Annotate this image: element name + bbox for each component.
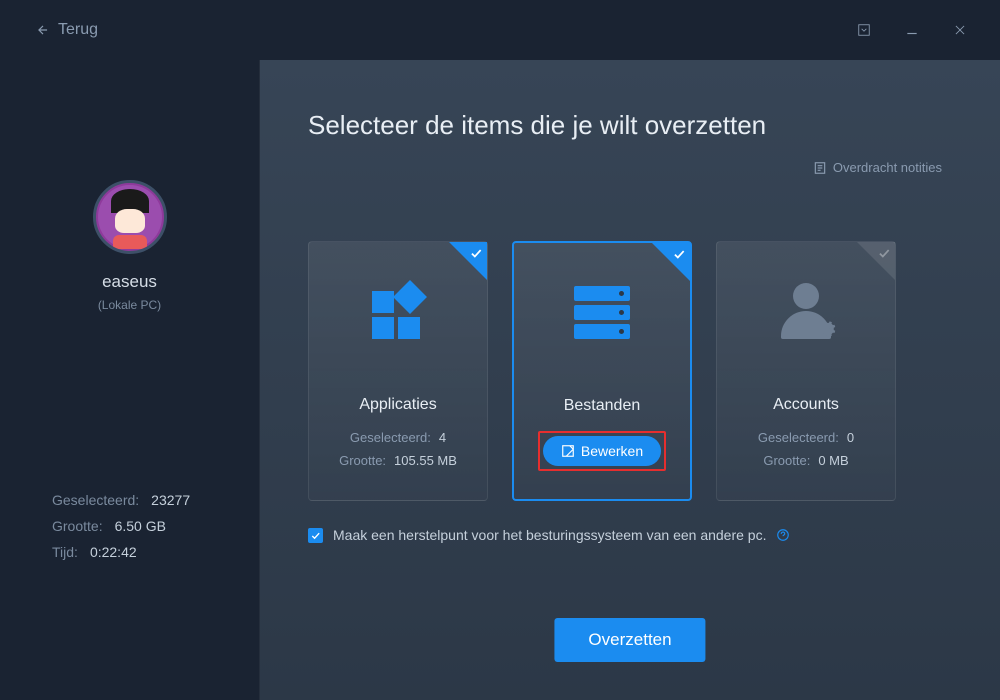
info-icon[interactable] — [776, 528, 790, 542]
restore-label: Maak een herstelpunt voor het besturings… — [333, 527, 766, 543]
arrow-left-icon — [36, 23, 50, 37]
restore-checkbox-row: Maak een herstelpunt voor het besturings… — [308, 527, 952, 543]
card-title: Applicaties — [359, 396, 436, 414]
card-title: Accounts — [773, 396, 839, 414]
stat-selected: Geselecteerd: 23277 — [52, 492, 190, 508]
window-controls — [848, 14, 976, 46]
card-applications[interactable]: Applicaties Geselecteerd: 4 Grootte: 105… — [308, 241, 488, 501]
page-title: Selecteer de items die je wilt overzette… — [308, 110, 952, 141]
stat-size: Grootte: 6.50 GB — [52, 518, 190, 534]
close-icon — [953, 23, 967, 37]
edit-icon — [561, 444, 575, 458]
stat-time: Tijd: 0:22:42 — [52, 544, 190, 560]
gear-icon — [818, 321, 836, 339]
content: Selecteer de items die je wilt overzette… — [260, 60, 1000, 700]
user-label: (Lokale PC) — [98, 298, 161, 312]
card-selected: Geselecteerd: 4 — [350, 430, 446, 445]
card-size: Grootte: 0 MB — [763, 453, 848, 468]
files-icon — [567, 279, 637, 349]
chevron-down-boxed-icon — [857, 23, 871, 37]
transfer-notes-link[interactable]: Overdracht notities — [813, 160, 942, 175]
check-icon — [672, 247, 686, 261]
back-button[interactable]: Terug — [36, 21, 98, 39]
stat-value: 0:22:42 — [90, 544, 137, 560]
restore-checkbox[interactable] — [308, 528, 323, 543]
card-accounts[interactable]: Accounts Geselecteerd: 0 Grootte: 0 MB — [716, 241, 896, 501]
minimize-icon — [905, 23, 919, 37]
check-corner — [857, 242, 895, 280]
card-size: Grootte: 105.55 MB — [339, 453, 457, 468]
apps-icon — [363, 278, 433, 348]
main: Wo... easeus (Lokale PC) Geselecteerd: 2… — [0, 60, 1000, 700]
stat-value: 23277 — [151, 492, 190, 508]
stat-value: 6.50 GB — [115, 518, 166, 534]
cards-row: Applicaties Geselecteerd: 4 Grootte: 105… — [308, 241, 952, 501]
username: easeus — [102, 272, 157, 292]
stat-label: Tijd: — [52, 544, 78, 560]
check-icon — [877, 246, 891, 260]
check-corner — [449, 242, 487, 280]
back-label: Terug — [58, 21, 98, 39]
check-corner — [652, 243, 690, 281]
close-button[interactable] — [944, 14, 976, 46]
accounts-icon — [771, 278, 841, 348]
check-icon — [310, 530, 321, 541]
card-title: Bestanden — [564, 397, 641, 415]
stat-label: Geselecteerd: — [52, 492, 139, 508]
edit-button[interactable]: Bewerken — [543, 436, 661, 466]
notes-label: Overdracht notities — [833, 160, 942, 175]
check-icon — [469, 246, 483, 260]
titlebar: Terug — [0, 0, 1000, 60]
stat-label: Grootte: — [52, 518, 103, 534]
sidebar: Wo... easeus (Lokale PC) Geselecteerd: 2… — [0, 60, 260, 700]
edit-label: Bewerken — [581, 443, 643, 459]
transfer-button[interactable]: Overzetten — [554, 618, 705, 662]
notes-icon — [813, 161, 827, 175]
card-files[interactable]: Bestanden Bewerken — [512, 241, 692, 501]
avatar: Wo... — [93, 180, 167, 254]
sidebar-stats: Geselecteerd: 23277 Grootte: 6.50 GB Tij… — [0, 492, 190, 570]
edit-highlight: Bewerken — [538, 431, 666, 471]
minimize-button[interactable] — [896, 14, 928, 46]
dropdown-button[interactable] — [848, 14, 880, 46]
card-selected: Geselecteerd: 0 — [758, 430, 854, 445]
